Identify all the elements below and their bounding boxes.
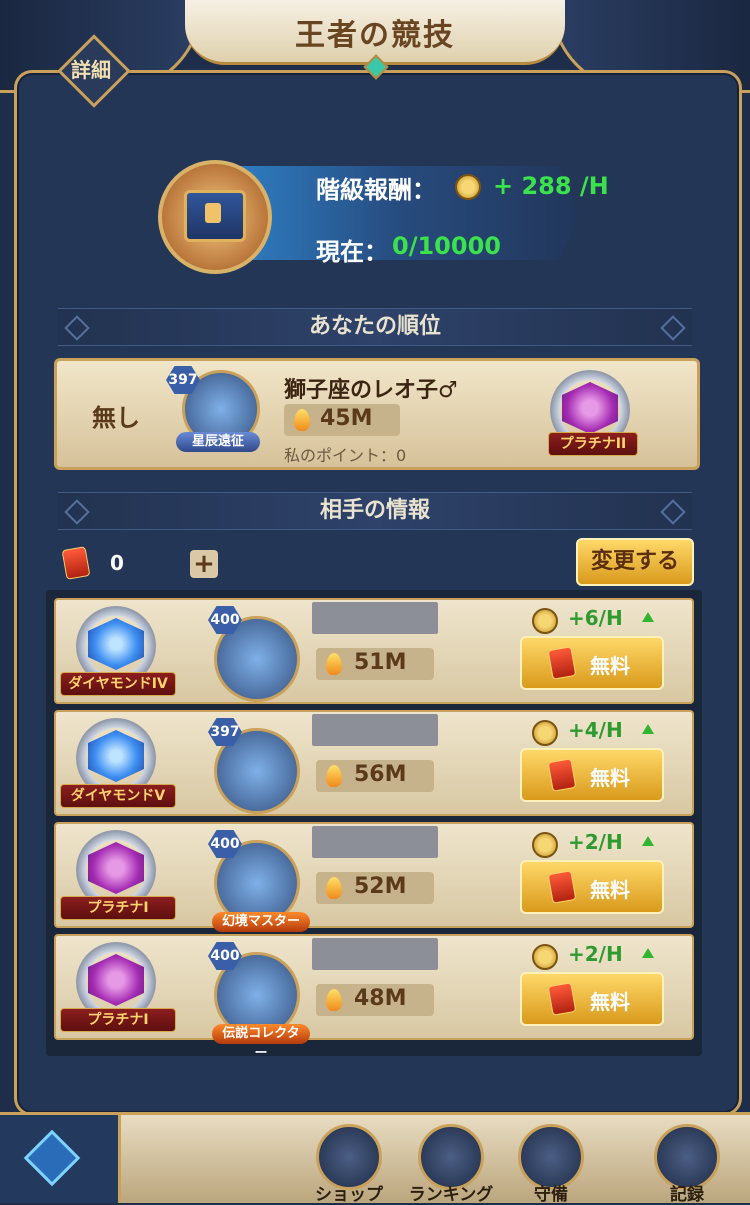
change-opponents-button[interactable]: 変更する bbox=[576, 538, 694, 586]
diamond-ornament-icon bbox=[660, 499, 686, 525]
nav-shop-label[interactable]: ショップ bbox=[304, 1180, 394, 1205]
flame-icon bbox=[326, 765, 342, 787]
diamond-ornament-icon bbox=[660, 315, 686, 341]
reward-rate: +2/H bbox=[568, 830, 623, 854]
nav-defense[interactable]: 守備 bbox=[506, 1124, 596, 1205]
title-banner: 王者の競技 bbox=[185, 0, 565, 80]
reward-rate: +2/H bbox=[568, 942, 623, 966]
coin-icon bbox=[455, 174, 481, 200]
up-arrow-icon bbox=[642, 612, 654, 622]
free-challenge-label[interactable]: 無料 bbox=[590, 874, 630, 903]
coin-icon bbox=[532, 608, 558, 634]
section-title: あなたの順位 bbox=[308, 314, 441, 339]
free-challenge-label[interactable]: 無料 bbox=[590, 762, 630, 791]
diamond-ornament-icon bbox=[64, 499, 90, 525]
up-arrow-icon bbox=[642, 724, 654, 734]
up-arrow-icon bbox=[642, 948, 654, 958]
nav-ranking[interactable]: ランキング bbox=[406, 1124, 496, 1205]
flame-icon bbox=[326, 877, 342, 899]
player-title-tag: 伝説コレクター bbox=[212, 1024, 310, 1061]
page-title: 王者の競技 bbox=[295, 18, 455, 53]
nav-ranking-label[interactable]: ランキング bbox=[406, 1180, 496, 1205]
ticket-count: 0 bbox=[110, 551, 124, 575]
add-ticket-button[interactable]: + bbox=[190, 550, 218, 578]
free-challenge-label[interactable]: 無料 bbox=[590, 986, 630, 1015]
opponent-name-redacted bbox=[312, 826, 438, 858]
current-label: 現在： bbox=[316, 238, 388, 266]
ticket-icon[interactable] bbox=[547, 870, 577, 904]
ticket-icon[interactable] bbox=[547, 758, 577, 792]
ticket-icon bbox=[61, 546, 91, 580]
reward-rate: +6/H bbox=[568, 606, 623, 630]
reward-rate: +4/H bbox=[568, 718, 623, 742]
nav-shop[interactable]: ショップ bbox=[304, 1124, 394, 1205]
up-arrow-icon bbox=[642, 836, 654, 846]
tier-tag: プラチナI bbox=[60, 896, 176, 920]
treasure-chest-icon[interactable] bbox=[184, 190, 246, 242]
opponent-name-redacted bbox=[312, 602, 438, 634]
power-value: 52M bbox=[354, 874, 407, 899]
rank-reward-rate: + 288 /H bbox=[493, 172, 609, 200]
tier-tag: ダイヤモンドIV bbox=[60, 672, 176, 696]
rank-reward-label: 階級報酬： bbox=[316, 176, 436, 204]
flame-icon bbox=[326, 989, 342, 1011]
opponent-name-redacted bbox=[312, 714, 438, 746]
tier-tag: プラチナI bbox=[60, 1008, 176, 1032]
flame-icon bbox=[294, 409, 310, 431]
nav-defense-label[interactable]: 守備 bbox=[506, 1180, 596, 1205]
opponent-name-redacted bbox=[312, 938, 438, 970]
section-header-opponents: 相手の情報 bbox=[58, 492, 692, 530]
player-title-tag: 星辰遠征 bbox=[176, 432, 260, 452]
free-challenge-label[interactable]: 無料 bbox=[590, 650, 630, 679]
coin-icon bbox=[532, 720, 558, 746]
player-title-tag: 幻境マスター bbox=[212, 912, 310, 932]
current-value: 0/10000 bbox=[392, 232, 501, 260]
player-name: 獅子座のレオ子♂ bbox=[284, 378, 458, 403]
section-title: 相手の情報 bbox=[319, 498, 430, 523]
nav-record-label[interactable]: 記録 bbox=[642, 1180, 732, 1205]
power-value: 48M bbox=[354, 986, 407, 1011]
detail-button-label[interactable]: 詳細 bbox=[60, 54, 122, 83]
nav-record[interactable]: 記録 bbox=[642, 1124, 732, 1205]
my-points: 私のポイント：0 bbox=[284, 446, 407, 465]
power-value: 45M bbox=[320, 406, 373, 431]
flame-icon bbox=[326, 653, 342, 675]
tier-tag: プラチナII bbox=[548, 432, 638, 456]
power-value: 51M bbox=[354, 650, 407, 675]
coin-icon bbox=[532, 944, 558, 970]
diamond-ornament-icon bbox=[64, 315, 90, 341]
tier-tag: ダイヤモンドV bbox=[60, 784, 176, 808]
coin-icon bbox=[532, 832, 558, 858]
section-header-my-rank: あなたの順位 bbox=[58, 308, 692, 346]
ticket-icon[interactable] bbox=[547, 646, 577, 680]
power-value: 56M bbox=[354, 762, 407, 787]
my-rank-value: 無し bbox=[92, 404, 140, 432]
ticket-icon[interactable] bbox=[547, 982, 577, 1016]
